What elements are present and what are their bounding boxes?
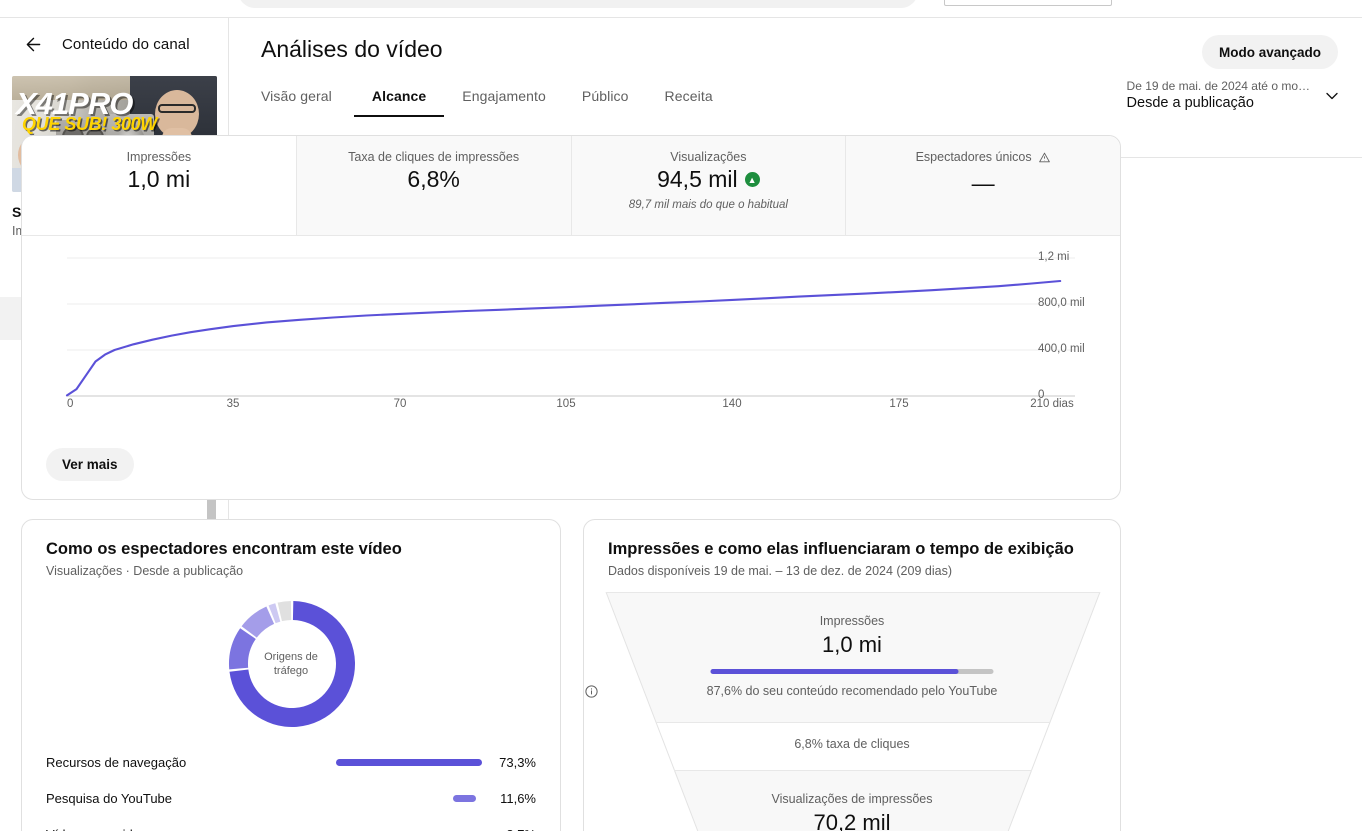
metric-label-text: Espectadores únicos xyxy=(915,150,1032,164)
traffic-source-bar-wrap xyxy=(336,794,486,802)
metric-value-text: 1,0 mi xyxy=(127,166,191,192)
metric-label-text: Impressões xyxy=(126,150,192,164)
impressions-funnel-card: Impressões e como elas influenciaram o t… xyxy=(583,519,1121,831)
x-axis-tick: 35 xyxy=(226,398,240,410)
page-title: Análises do vídeo xyxy=(261,36,443,62)
funnel-recommendation-bar xyxy=(710,669,994,674)
metric-label-text: Visualizações xyxy=(670,150,747,164)
top-box-button-partial[interactable] xyxy=(944,0,1112,6)
metric-value-text: 6,8% xyxy=(407,166,460,192)
funnel-ctr-label: 6,8% taxa de cliques xyxy=(794,737,910,751)
date-range-subtitle: De 19 de mai. de 2024 até o mo… xyxy=(1126,79,1310,93)
trend-up-icon: ▲ xyxy=(744,172,760,187)
tab-alcance[interactable]: Alcance xyxy=(353,88,445,117)
metric-label: Visualizações xyxy=(670,150,746,164)
traffic-donut-wrap: Origens de tráfego xyxy=(22,588,560,740)
app-root: Conteúdo do canal X41PRO QUE SUB! 300W 3… xyxy=(0,0,1362,831)
metric-label: Espectadores únicos xyxy=(916,150,1051,164)
see-more-button[interactable]: Ver mais xyxy=(46,448,134,481)
x-axis-tick: 140 xyxy=(722,398,742,410)
search-bar-partial[interactable] xyxy=(238,0,918,8)
traffic-card-title: Como os espectadores encontram este víde… xyxy=(46,540,402,558)
tab-vis-o-geral[interactable]: Visão geral xyxy=(261,88,354,117)
x-axis-tick: 175 xyxy=(889,398,909,410)
traffic-source-name: Vídeos sugeridos xyxy=(46,827,336,831)
funnel-graphic: Impressões 1,0 mi 87,6% do seu conteúdo … xyxy=(584,592,1120,831)
traffic-source-pct: 73,3% xyxy=(499,754,536,770)
metric-value: — xyxy=(972,170,995,197)
tab-engajamento[interactable]: Engajamento xyxy=(444,88,564,117)
traffic-source-bar-wrap xyxy=(336,758,492,766)
traffic-source-row[interactable]: Pesquisa do YouTube 11,6% xyxy=(22,780,560,816)
x-axis-tick: 70 xyxy=(393,398,407,410)
donut-center-line1: Origens de xyxy=(264,651,318,663)
x-axis-tick: 210 dias xyxy=(1030,398,1074,410)
sidebar-title: Conteúdo do canal xyxy=(62,35,190,53)
metric-value-text: — xyxy=(971,170,995,196)
funnel-top-note-row: 87,6% do seu conteúdo recomendado pelo Y… xyxy=(584,684,1120,698)
warning-icon xyxy=(1038,152,1050,162)
funnel-recommendation-bar-fill xyxy=(710,669,959,674)
traffic-card-subtitle: Visualizações · Desde a publicação xyxy=(46,564,244,578)
chevron-down-icon[interactable] xyxy=(1322,86,1342,106)
funnel-card-subtitle: Dados disponíveis 19 de mai. – 13 de dez… xyxy=(608,564,952,578)
traffic-source-pct: 11,6% xyxy=(500,790,536,806)
traffic-source-name: Recursos de navegação xyxy=(46,754,187,770)
traffic-source-name: Pesquisa do YouTube xyxy=(46,790,173,806)
back-button[interactable] xyxy=(16,27,50,61)
metric-value: 94,5 mil ▲ xyxy=(657,166,760,193)
traffic-source-bar xyxy=(453,794,476,802)
funnel-top-note: 87,6% do seu conteúdo recomendado pelo Y… xyxy=(706,684,998,698)
metrics-row: Impressões 1,0 mi Taxa de cliques de impre… xyxy=(22,136,1120,236)
funnel-bottom-value: 70,2 mil xyxy=(813,810,891,831)
overview-card: Impressões 1,0 mi Taxa de cliques de impre… xyxy=(21,135,1121,500)
metric-value: 6,8% xyxy=(407,166,459,193)
thumbnail-subtitle-text: QUE SUB! 300W xyxy=(22,114,157,134)
funnel-card-title: Impressões e como elas influenciaram o t… xyxy=(608,540,1074,558)
tab-p-blico[interactable]: Público xyxy=(564,88,647,117)
metric-card-visualiza-es[interactable]: Visualizações 94,5 mil ▲ 89,7 mil mais do q… xyxy=(570,136,846,235)
traffic-sources-card: Como os espectadores encontram este víde… xyxy=(21,519,561,831)
metric-card-impress-es[interactable]: Impressões 1,0 mi xyxy=(22,136,296,235)
traffic-source-row[interactable]: Vídeos sugeridos 8,7% xyxy=(22,816,560,831)
metric-label-text: Taxa de cliques de impressões xyxy=(348,150,520,164)
chart-area: 0 400,0 mil 800,0 mil 1,2 mi 0 35 70 105 140 175… xyxy=(22,236,1120,499)
x-axis-tick: 105 xyxy=(556,398,576,410)
metric-label: Taxa de cliques de impressões xyxy=(348,150,519,164)
traffic-source-bar xyxy=(336,758,482,766)
traffic-source-list: Recursos de navegação 73,3% Pesquisa do Yo… xyxy=(22,744,560,831)
top-partial-strip xyxy=(0,0,1362,17)
metric-note: 89,7 mil mais do que o habitual xyxy=(628,199,788,211)
traffic-source-row[interactable]: Recursos de navegação 73,3% xyxy=(22,744,560,780)
metric-card-taxa-de-cliques-de-impress-es[interactable]: Taxa de cliques de impressões 6,8% xyxy=(295,136,571,235)
x-axis-tick: 0 xyxy=(67,398,74,410)
funnel-top-label: Impressões xyxy=(819,614,885,628)
chart-x-axis-labels: 0 35 70 105 140 175 210 dias xyxy=(22,236,1120,499)
advanced-mode-button[interactable]: Modo avançado xyxy=(1201,35,1338,69)
metric-value-text: 94,5 mil xyxy=(657,166,738,192)
info-icon[interactable] xyxy=(584,684,599,699)
funnel-top-value: 1,0 mi xyxy=(822,632,882,657)
traffic-source-pct: 8,7% xyxy=(486,827,536,831)
arrow-left-icon xyxy=(26,37,40,51)
metric-label: Impressões xyxy=(127,150,192,164)
funnel-bottom-label: Visualizações de impressões xyxy=(771,792,933,806)
date-range-value: Desde a publicação xyxy=(1126,95,1254,111)
tab-receita[interactable]: Receita xyxy=(647,88,731,117)
donut-center-label: Origens de tráfego xyxy=(246,650,336,678)
donut-center-line2: tráfego xyxy=(273,665,309,677)
donut-segment[interactable] xyxy=(277,601,292,622)
sidebar-header: Conteúdo do canal xyxy=(0,18,229,70)
date-range-selector[interactable]: De 19 de mai. de 2024 até o mo… Desde a … xyxy=(1127,78,1342,113)
metric-value: 1,0 mi xyxy=(128,166,191,193)
metric-card-espectadores-nicos[interactable]: Espectadores únicos — xyxy=(845,136,1120,235)
